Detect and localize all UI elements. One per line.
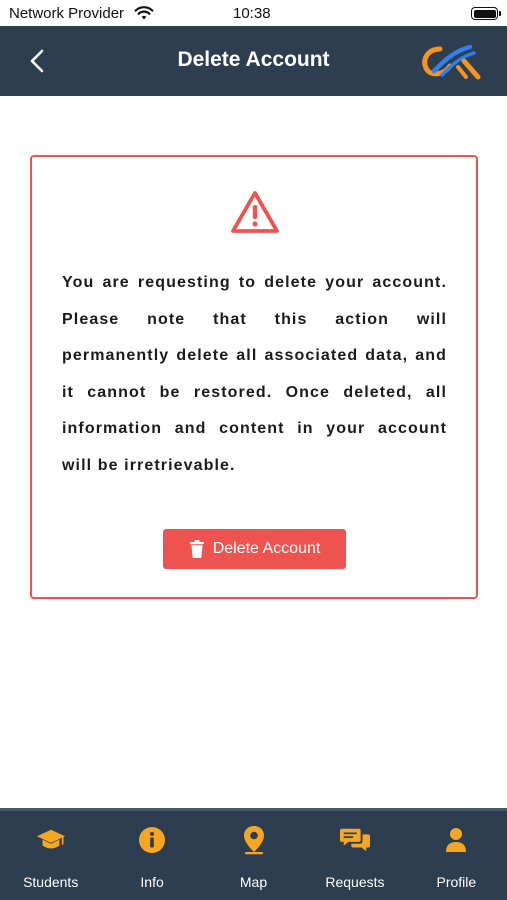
battery-icon bbox=[471, 7, 501, 20]
user-icon bbox=[446, 828, 467, 852]
warning-message: You are requesting to delete your accoun… bbox=[62, 274, 447, 474]
app-header: Delete Account bbox=[0, 26, 507, 96]
delete-warning-card: You are requesting to delete your accoun… bbox=[30, 155, 478, 599]
clock: 10:38 bbox=[233, 5, 271, 22]
wifi-icon bbox=[134, 6, 154, 20]
nav-item-info[interactable]: Info bbox=[101, 811, 202, 900]
map-pin-icon bbox=[243, 826, 264, 855]
chat-bubbles-icon bbox=[339, 828, 370, 852]
nav-item-students[interactable]: Students bbox=[0, 811, 101, 900]
bottom-navigation: Students Info Map Requests Profile bbox=[0, 808, 507, 900]
nav-item-requests[interactable]: Requests bbox=[304, 811, 405, 900]
warning-triangle-icon bbox=[231, 191, 279, 233]
carrier-name: Network Provider bbox=[9, 5, 125, 22]
nav-item-profile[interactable]: Profile bbox=[406, 811, 507, 900]
graduation-cap-icon bbox=[36, 829, 65, 849]
nav-item-map[interactable]: Map bbox=[203, 811, 304, 900]
nav-label-info: Info bbox=[140, 874, 164, 890]
info-icon bbox=[139, 827, 166, 853]
nav-label-profile: Profile bbox=[436, 874, 477, 890]
trash-icon bbox=[189, 540, 204, 558]
nav-label-map: Map bbox=[239, 874, 268, 890]
status-bar: Network Provider 10:38 bbox=[0, 0, 507, 26]
delete-account-button-label: Delete Account bbox=[212, 540, 321, 557]
nav-label-students: Students bbox=[23, 874, 79, 890]
delete-account-button[interactable]: Delete Account bbox=[163, 529, 346, 569]
app-logo-icon bbox=[422, 44, 481, 80]
nav-label-requests: Requests bbox=[325, 874, 385, 890]
delete-account-screen: Network Provider 10:38 Delete Account Yo… bbox=[0, 0, 507, 900]
